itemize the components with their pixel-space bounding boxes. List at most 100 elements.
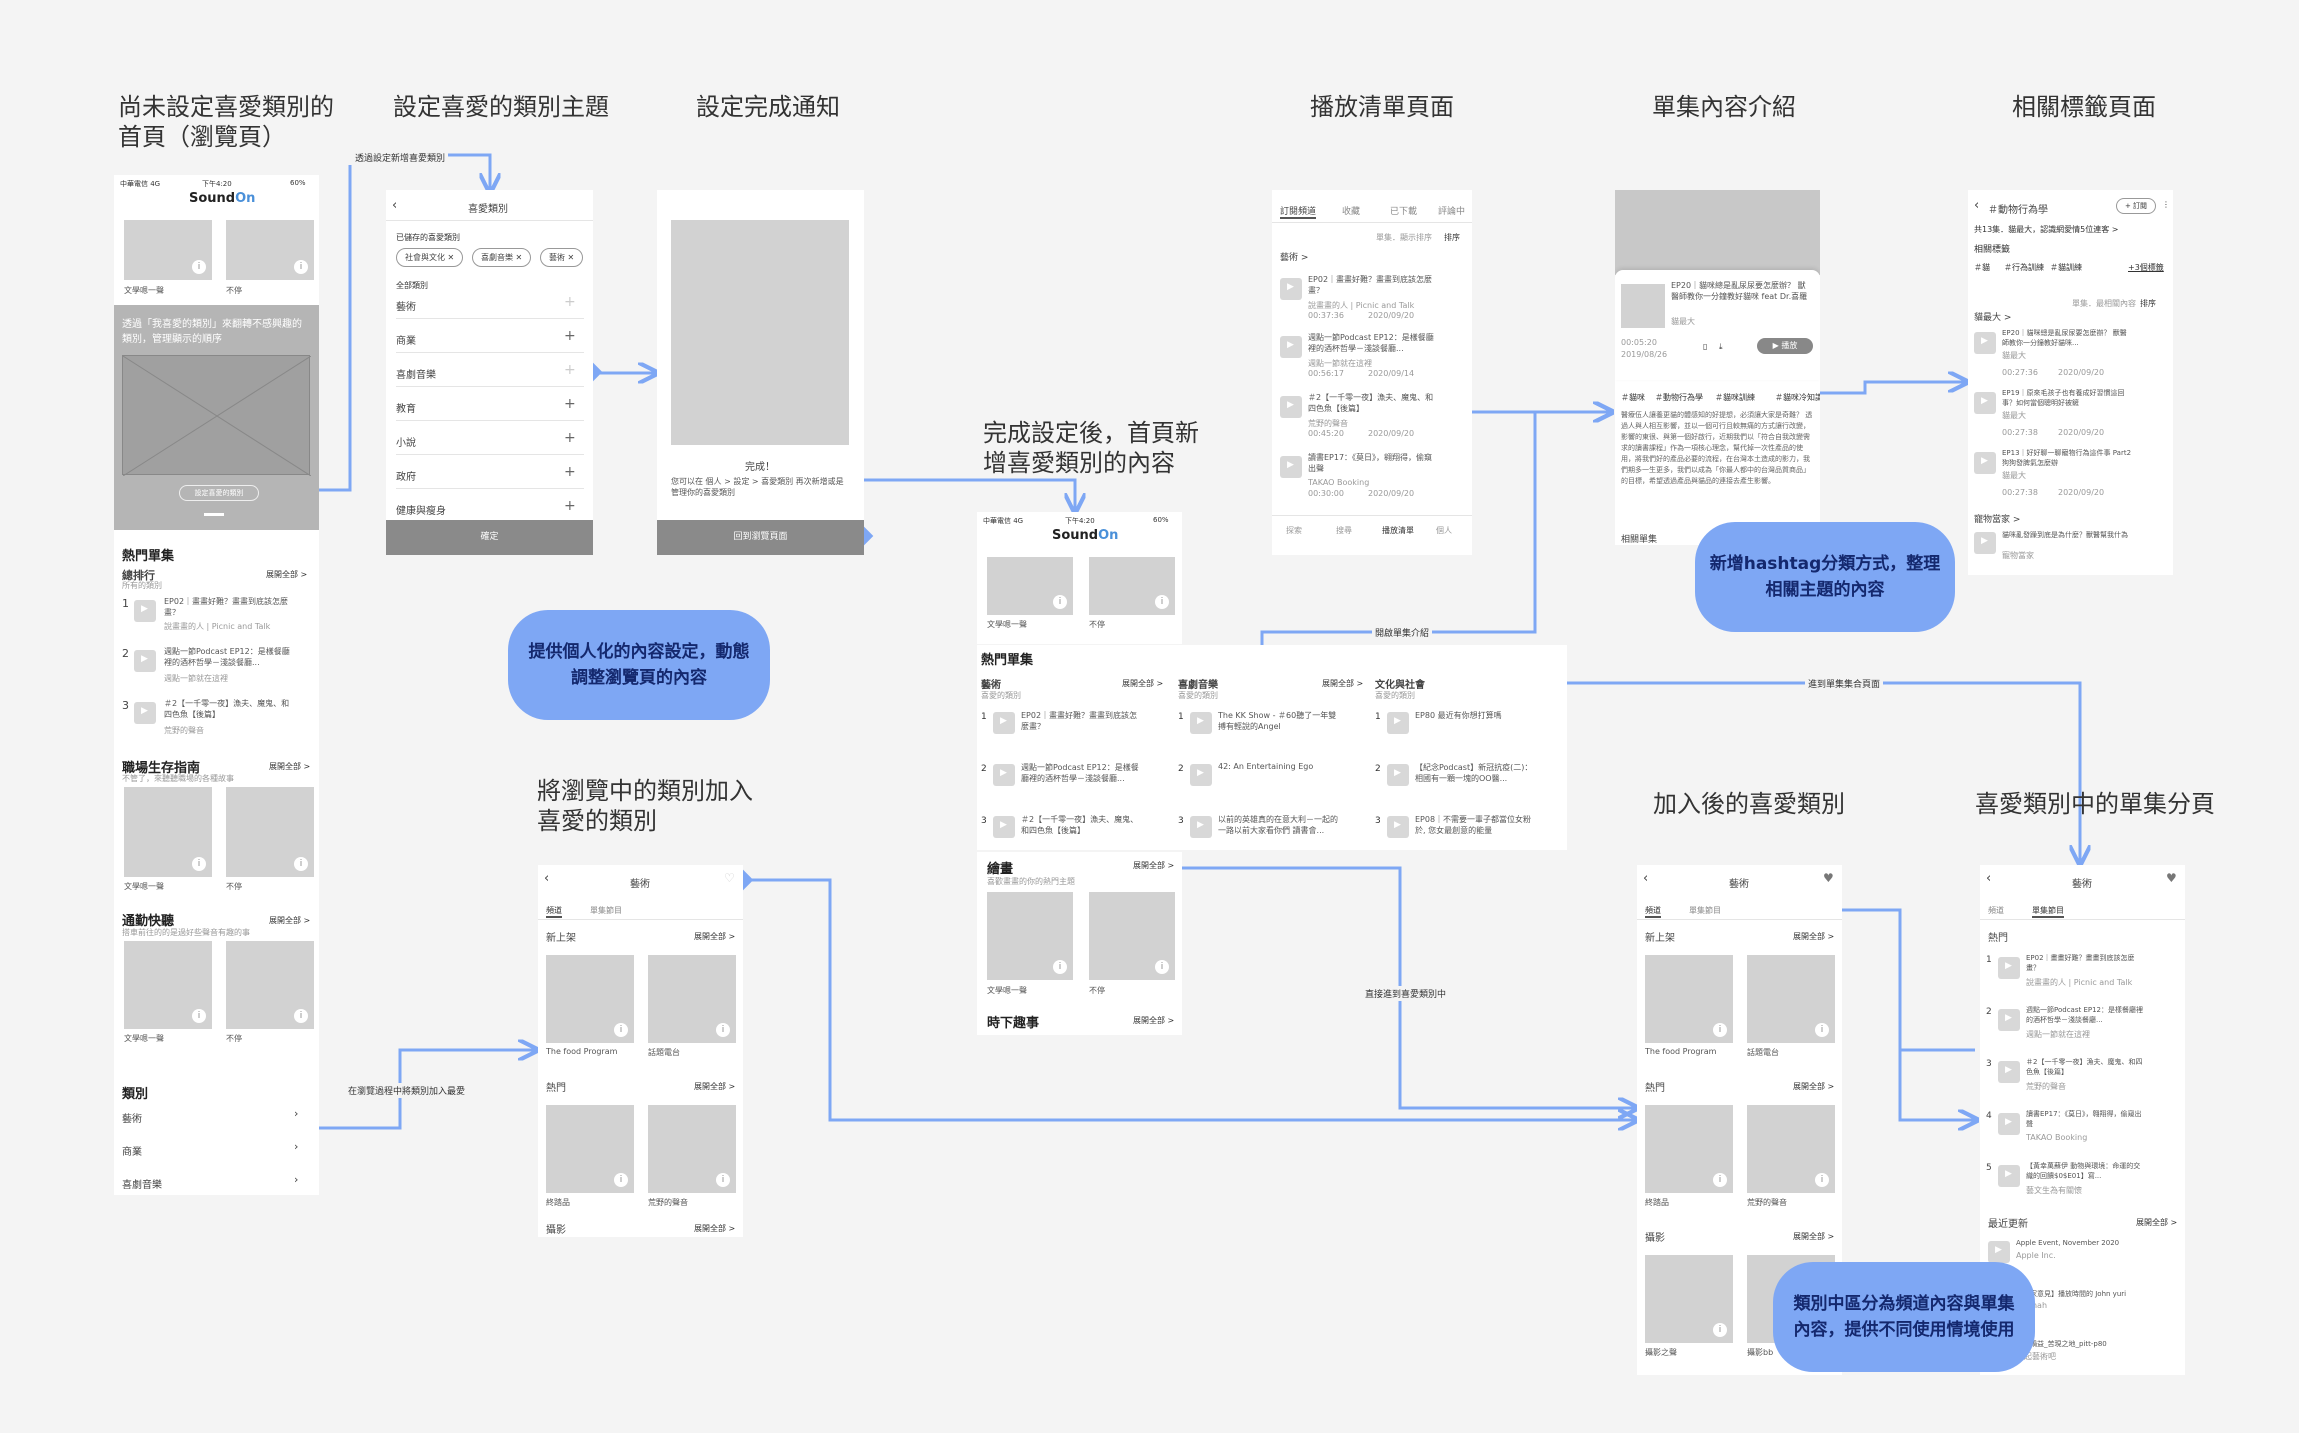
thumb[interactable]: i: [226, 220, 314, 280]
more-icon[interactable]: ⋮: [2162, 200, 2170, 209]
see-all-link[interactable]: 展開全部 >: [2136, 1217, 2177, 1228]
category-item[interactable]: 小說: [396, 434, 416, 449]
play-icon[interactable]: [1190, 816, 1212, 838]
group-header[interactable]: 貓最大 >: [1974, 310, 2011, 323]
play-icon[interactable]: [1387, 712, 1409, 734]
episode-title[interactable]: 【紀念Podcast】新冠抗疫(二)：相國有一顆一塊的OO醫...: [1415, 762, 1535, 784]
play-icon[interactable]: [1974, 532, 1996, 554]
episode-title[interactable]: 【專家意見】播放時間的 John yuri: [2016, 1289, 2146, 1299]
tab-channels[interactable]: 頻道: [1645, 905, 1661, 918]
back-icon[interactable]: ‹: [1643, 871, 1648, 886]
episode-title[interactable]: 貓咪亂發躁到底是為什麼？獸醫幫我什為: [2002, 530, 2132, 540]
confirm-button[interactable]: 確定: [386, 520, 593, 555]
category-item[interactable]: 健康與瘦身: [396, 502, 446, 517]
play-icon[interactable]: [1998, 1009, 2020, 1031]
episode-title[interactable]: Apple Event, November 2020: [2016, 1239, 2146, 1247]
play-icon[interactable]: [1190, 764, 1212, 786]
fav-chip[interactable]: 藝術 ✕: [540, 248, 584, 267]
play-icon[interactable]: [134, 650, 156, 672]
see-all-link[interactable]: 展開全部 >: [269, 915, 310, 926]
nav-playlist[interactable]: 播放清單: [1382, 525, 1414, 536]
see-all-link[interactable]: 展開全部 >: [1133, 1015, 1174, 1026]
tab-saved[interactable]: 收藏: [1342, 204, 1360, 217]
episode-title[interactable]: EP02｜畫畫好難？畫畫到底該怎麼畫？: [1308, 274, 1438, 296]
heart-filled-icon[interactable]: ♥: [1823, 871, 1834, 885]
category-item[interactable]: 政府: [396, 468, 416, 483]
back-icon[interactable]: ‹: [392, 198, 397, 213]
back-home-button[interactable]: 回到瀏覽頁面: [657, 520, 864, 555]
thumb[interactable]: i: [226, 941, 314, 1029]
thumb[interactable]: i: [648, 1105, 736, 1193]
close-icon[interactable]: ✕: [568, 253, 575, 262]
category-item[interactable]: 喜劇音樂: [122, 1176, 162, 1191]
play-button[interactable]: ▶ 播放: [1757, 338, 1813, 354]
thumb[interactable]: i: [1645, 1255, 1733, 1343]
episode-title[interactable]: EP20｜貓咪總是亂尿尿要怎麼辦？ 獸醫師教你一分鐘教好貓咪...: [2002, 328, 2132, 348]
play-icon[interactable]: [134, 600, 156, 622]
episode-title[interactable]: EP02｜畫畫好難？畫畫到底該怎麼畫？: [2026, 953, 2146, 973]
play-icon[interactable]: [1387, 816, 1409, 838]
see-all-link[interactable]: 展開全部 >: [1793, 1231, 1834, 1242]
sort-button[interactable]: 排序: [2140, 298, 2156, 309]
thumb[interactable]: i: [987, 557, 1073, 615]
episode-title[interactable]: 週點一節Podcast EP12：是樣餐廳裡的酒杯哲學－淺談餐廳...: [1021, 762, 1141, 784]
plus-icon[interactable]: +: [564, 396, 576, 412]
episode-title[interactable]: The KK Show - ＃60聽了一年雙搏有輕說的Angel: [1218, 710, 1338, 732]
category-item[interactable]: 藝術: [396, 298, 416, 313]
plus-icon[interactable]: +: [564, 430, 576, 446]
play-icon[interactable]: [1998, 1165, 2020, 1187]
see-all-link[interactable]: 展開全部 >: [1793, 931, 1834, 942]
plus-icon[interactable]: +: [564, 464, 576, 480]
category-item[interactable]: 教育: [396, 400, 416, 415]
play-icon[interactable]: [1998, 1113, 2020, 1135]
play-icon[interactable]: [1974, 332, 1996, 354]
tag[interactable]: ＃行為訓練: [2004, 262, 2044, 273]
close-icon[interactable]: ✕: [448, 253, 455, 262]
tab-episodes[interactable]: 單集節目: [1689, 905, 1721, 916]
episode-title[interactable]: 讀書EP17：《莫日》，翱翔得，偷窺出聲: [1308, 452, 1438, 474]
play-icon[interactable]: [993, 816, 1015, 838]
back-icon[interactable]: ‹: [1986, 871, 1991, 886]
see-all-link[interactable]: 展開全部 >: [694, 1223, 735, 1234]
episode-title[interactable]: 週點一節Podcast EP12：是樣餐廳裡的酒杯哲學－淺談餐廳...: [1308, 332, 1438, 354]
episode-title[interactable]: ＃2【一千零一夜】漁夫、魔鬼、和四色魚【後篇】: [1308, 392, 1438, 414]
see-all-link[interactable]: 展開全部 >: [1122, 678, 1163, 689]
episode-title[interactable]: 週點一節Podcast EP12：是樣餐廳裡的酒杯哲學－淺談餐廳...: [164, 646, 294, 668]
category-item[interactable]: 喜劇音樂: [396, 366, 436, 381]
category-item[interactable]: 商業: [396, 332, 416, 347]
play-icon[interactable]: [1387, 764, 1409, 786]
thumb[interactable]: i: [1089, 557, 1175, 615]
thumb[interactable]: i: [124, 787, 212, 877]
tab-subscribed[interactable]: 訂閱頻道: [1280, 204, 1317, 219]
thumb[interactable]: i: [546, 955, 634, 1043]
download-icon[interactable]: ⤓: [1719, 342, 1723, 352]
episode-title[interactable]: 讀書EP17：《莫日》，翱翔得，偷窺出聲: [2026, 1109, 2146, 1129]
back-icon[interactable]: ‹: [544, 871, 549, 886]
category-header[interactable]: 藝術 >: [1280, 250, 1308, 263]
thumb[interactable]: i: [546, 1105, 634, 1193]
tab-episodes[interactable]: 單集節目: [2032, 905, 2064, 918]
thumb[interactable]: i: [1645, 1105, 1733, 1193]
play-icon[interactable]: [1280, 278, 1302, 300]
see-all-link[interactable]: 展開全部 >: [694, 1081, 735, 1092]
episode-title[interactable]: EP80 最近有你想打算嗎: [1415, 710, 1535, 721]
play-icon[interactable]: [1280, 456, 1302, 478]
thumb[interactable]: i: [648, 955, 736, 1043]
close-icon[interactable]: ✕: [516, 253, 523, 262]
tag[interactable]: ＃貓咪訓練: [1715, 392, 1755, 403]
thumb[interactable]: i: [1747, 1105, 1835, 1193]
play-icon[interactable]: [1998, 957, 2020, 979]
plus-icon[interactable]: +: [564, 294, 576, 310]
episode-title[interactable]: EP19｜原來毛孩子也有養成好習慣這回事？如何當個聰明好被鏟: [2002, 388, 2132, 408]
heart-filled-icon[interactable]: ♥: [2166, 871, 2177, 885]
episode-title[interactable]: EP08｜不需要一輩子都當位女粉 於, 您女最創意的能量: [1415, 814, 1535, 836]
episode-title[interactable]: ＃2【一千零一夜】漁夫、魔鬼、和四色魚【後篇】: [1021, 814, 1141, 836]
nav-profile[interactable]: 個人: [1436, 525, 1452, 536]
sort-button[interactable]: 排序: [1444, 232, 1460, 243]
tag[interactable]: ＃動物行為學: [1655, 392, 1703, 403]
play-icon[interactable]: [1974, 392, 1996, 414]
play-icon[interactable]: [1190, 712, 1212, 734]
episode-title[interactable]: 42: An Entertaining Ego: [1218, 762, 1338, 771]
fav-chip[interactable]: 社會與文化 ✕: [396, 248, 464, 267]
episode-title[interactable]: ＃2【一千零一夜】漁夫、魔鬼、和四色魚【後篇】: [2026, 1057, 2146, 1077]
